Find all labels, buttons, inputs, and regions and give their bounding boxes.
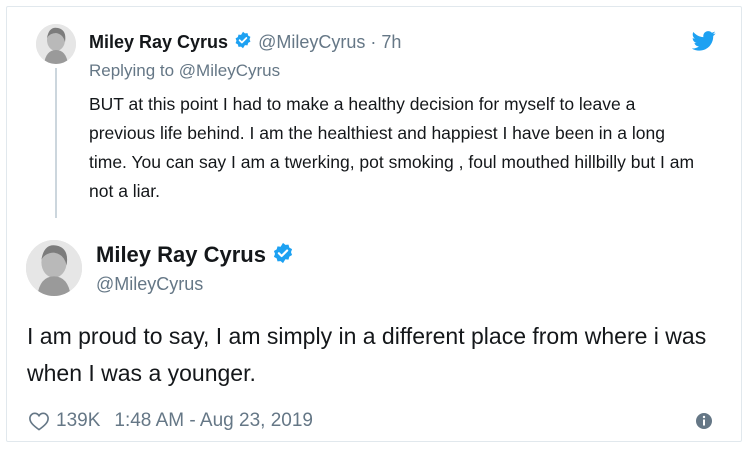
reply-header: Miley Ray Cyrus @MileyCyrus · 7h	[89, 29, 401, 55]
author-handle[interactable]: @MileyCyrus	[258, 32, 365, 53]
author-name[interactable]: Miley Ray Cyrus	[89, 32, 228, 53]
tweet-text: I am proud to say, I am simply in a diff…	[27, 323, 707, 386]
author-name[interactable]: Miley Ray Cyrus	[96, 242, 266, 268]
verified-badge-icon	[272, 242, 294, 269]
heart-icon[interactable]	[28, 411, 50, 431]
reply-tweet-text: BUT at this point I had to make a health…	[89, 94, 695, 201]
tweet-time[interactable]: 7h	[381, 32, 401, 53]
replying-to-label: Replying to	[89, 61, 175, 80]
author-header: Miley Ray Cyrus	[96, 240, 294, 270]
like-count[interactable]: 139K	[56, 410, 100, 432]
tweet-timestamp[interactable]: 1:48 AM - Aug 23, 2019	[114, 410, 313, 432]
replying-to: Replying to @MileyCyrus	[89, 61, 280, 81]
avatar-image	[26, 240, 82, 296]
avatar[interactable]	[26, 240, 82, 296]
avatar[interactable]	[36, 24, 76, 64]
tweet-footer: 139K 1:48 AM - Aug 23, 2019	[28, 408, 313, 434]
thread-line	[55, 68, 57, 218]
avatar-image	[36, 24, 76, 64]
replying-to-handle[interactable]: @MileyCyrus	[179, 61, 280, 80]
author-handle[interactable]: @MileyCyrus	[96, 274, 203, 295]
twitter-bird-icon[interactable]	[691, 30, 716, 52]
verified-badge-icon	[234, 31, 252, 54]
separator-dot: ·	[370, 31, 377, 52]
info-icon[interactable]	[695, 412, 713, 430]
